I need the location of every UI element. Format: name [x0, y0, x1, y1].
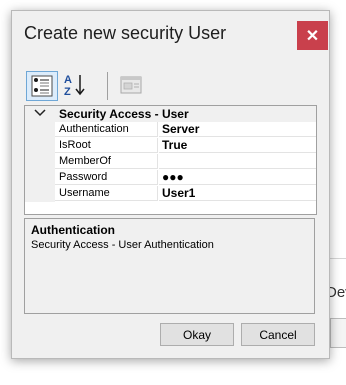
close-button[interactable]: ✕ — [297, 21, 328, 50]
property-row-authentication[interactable]: Authentication Server — [25, 122, 316, 138]
property-name: Password — [55, 170, 158, 185]
cancel-button[interactable]: Cancel — [241, 323, 315, 346]
property-name: IsRoot — [55, 138, 158, 153]
svg-text:A: A — [64, 74, 72, 86]
property-pages-button[interactable] — [116, 71, 146, 99]
property-pages-icon — [120, 76, 142, 94]
description-title: Authentication — [31, 223, 115, 237]
dialog-title: Create new security User — [24, 23, 227, 43]
property-row-memberof[interactable]: MemberOf — [25, 154, 316, 170]
category-label: Security Access - User — [59, 107, 189, 121]
property-value[interactable]: ●●● — [159, 170, 316, 185]
property-name: MemberOf — [55, 154, 158, 169]
sort-alphabetical-button[interactable]: A Z — [60, 71, 90, 99]
property-value[interactable]: User1 — [159, 186, 316, 201]
property-name: Authentication — [55, 122, 158, 137]
property-name: Username — [55, 186, 158, 201]
background-panel — [330, 318, 346, 348]
toolbar-separator — [107, 72, 108, 100]
property-row-password[interactable]: Password ●●● — [25, 170, 316, 186]
chevron-down-icon[interactable] — [34, 108, 46, 118]
svg-text:Z: Z — [64, 86, 71, 98]
property-value[interactable]: True — [159, 138, 316, 153]
property-value[interactable] — [159, 154, 316, 169]
description-text: Security Access - User Authentication — [31, 239, 214, 251]
property-grid-toolbar: A Z — [24, 68, 324, 104]
background-divider — [328, 258, 346, 259]
property-row-username[interactable]: Username User1 — [25, 186, 316, 202]
property-value[interactable]: Server — [159, 122, 316, 137]
dialog-titlebar[interactable]: Create new security User ✕ — [12, 11, 329, 59]
property-row-isroot[interactable]: IsRoot True — [25, 138, 316, 154]
sort-alphabetical-icon: A Z — [64, 74, 85, 98]
categorized-view-icon — [31, 75, 53, 97]
close-icon: ✕ — [305, 27, 320, 45]
create-user-dialog: Create new security User ✕ A Z Security … — [11, 10, 330, 359]
description-panel: Authentication Security Access - User Au… — [24, 218, 315, 314]
category-row[interactable]: Security Access - User — [25, 106, 316, 122]
okay-button[interactable]: Okay — [160, 323, 234, 346]
property-grid: Security Access - User Authentication Se… — [24, 105, 317, 215]
categorized-view-button[interactable] — [26, 71, 58, 101]
